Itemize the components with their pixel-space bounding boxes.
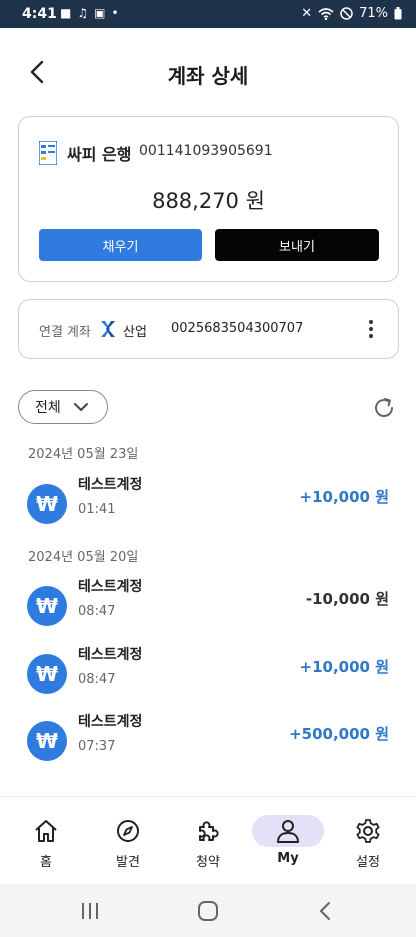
transaction-row[interactable]: ₩ 테스트계정 07:37 +500,000 원 — [0, 714, 416, 781]
gear-icon — [350, 815, 386, 847]
transaction-time: 08:47 — [78, 604, 116, 619]
transaction-name: 테스트계정 — [78, 714, 143, 730]
mute-icon: ✕ — [301, 6, 313, 21]
notification-icons: ■ ♫ ▣ • — [60, 6, 119, 20]
account-balance: 888,270 원 — [152, 189, 265, 213]
recent-apps-icon[interactable] — [78, 900, 102, 922]
status-time: 4:41 — [22, 6, 57, 22]
account-card: 싸피 은행 001141093905691 888,270 원 채우기 보내기 — [18, 116, 399, 282]
filter-label: 전체 — [35, 400, 61, 416]
transaction-name: 테스트계정 — [78, 477, 143, 493]
transaction-time: 08:47 — [78, 672, 116, 687]
person-icon — [252, 815, 324, 847]
status-bar: 4:41 ■ ♫ ▣ • ✕ 71% — [0, 0, 416, 28]
chevron-down-icon — [74, 403, 88, 411]
wifi-icon — [318, 7, 334, 20]
transaction-amount: +500,000 원 — [289, 725, 389, 743]
date-header: 2024년 05월 20일 — [28, 550, 139, 565]
date-header: 2024년 05월 23일 — [28, 447, 139, 462]
transaction-name: 테스트계정 — [78, 579, 143, 595]
refresh-icon[interactable] — [372, 396, 396, 420]
linked-account-number: 0025683504300707 — [171, 321, 304, 336]
transaction-amount: +10,000 원 — [299, 658, 389, 676]
transaction-amount: -10,000 원 — [305, 590, 389, 608]
linked-account-card: 연결 계좌 산업 0025683504300707 — [18, 299, 399, 359]
battery-level: 71% — [359, 6, 388, 21]
account-number: 001141093905691 — [139, 143, 273, 159]
transaction-row[interactable]: ₩ 테스트계정 08:47 -10,000 원 — [0, 579, 416, 646]
won-icon: ₩ — [27, 654, 67, 694]
bank-name: 싸피 은행 — [67, 145, 132, 164]
nav-label-subscription: 청약 — [196, 855, 220, 870]
dnd-icon — [340, 7, 353, 20]
page-title: 계좌 상세 — [167, 64, 249, 88]
kdb-bank-icon — [101, 321, 115, 337]
system-icons: ✕ 71% — [301, 6, 402, 21]
won-icon: ₩ — [27, 721, 67, 761]
home-button-icon[interactable] — [196, 900, 220, 922]
back-button-icon[interactable] — [314, 900, 338, 922]
battery-icon — [394, 7, 402, 20]
transaction-time: 01:41 — [78, 502, 116, 517]
video-icon: ■ — [60, 6, 72, 20]
compass-icon — [110, 815, 146, 847]
nav-item-subscription[interactable]: 청약 — [168, 811, 248, 875]
transaction-amount: +10,000 원 — [299, 488, 389, 506]
app-header: 계좌 상세 — [0, 28, 416, 114]
home-icon — [28, 815, 64, 847]
transaction-time: 07:37 — [78, 739, 116, 754]
more-options-icon[interactable] — [364, 318, 378, 340]
transaction-row[interactable]: ₩ 테스트계정 01:41 +10,000 원 — [0, 477, 416, 544]
charge-button[interactable]: 채우기 — [39, 229, 202, 261]
nav-item-discover[interactable]: 발견 — [88, 811, 168, 875]
nav-label-home: 홈 — [40, 855, 52, 870]
puzzle-icon — [190, 815, 226, 847]
transaction-name: 테스트계정 — [78, 647, 143, 663]
system-navigation-bar — [0, 884, 416, 937]
bottom-nav: 홈 발견 청약 My 설정 — [0, 796, 416, 884]
nav-label-settings: 설정 — [356, 855, 380, 870]
nav-item-my[interactable]: My — [248, 811, 328, 875]
nav-item-home[interactable]: 홈 — [6, 811, 86, 875]
transaction-row[interactable]: ₩ 테스트계정 08:47 +10,000 원 — [0, 647, 416, 714]
linked-account-label: 연결 계좌 — [39, 325, 91, 340]
filter-dropdown[interactable]: 전체 — [18, 390, 108, 424]
nav-label-discover: 발견 — [116, 855, 140, 870]
won-icon: ₩ — [27, 484, 67, 524]
bag-icon: ▣ — [94, 6, 106, 20]
linked-bank-name: 산업 — [123, 325, 147, 340]
nav-item-settings[interactable]: 설정 — [328, 811, 408, 875]
won-icon: ₩ — [27, 586, 67, 626]
bank-logo-icon — [39, 141, 57, 165]
nav-label-my: My — [277, 851, 299, 866]
send-button[interactable]: 보내기 — [215, 229, 379, 261]
dot-icon: • — [111, 6, 119, 20]
music-icon: ♫ — [77, 6, 89, 20]
